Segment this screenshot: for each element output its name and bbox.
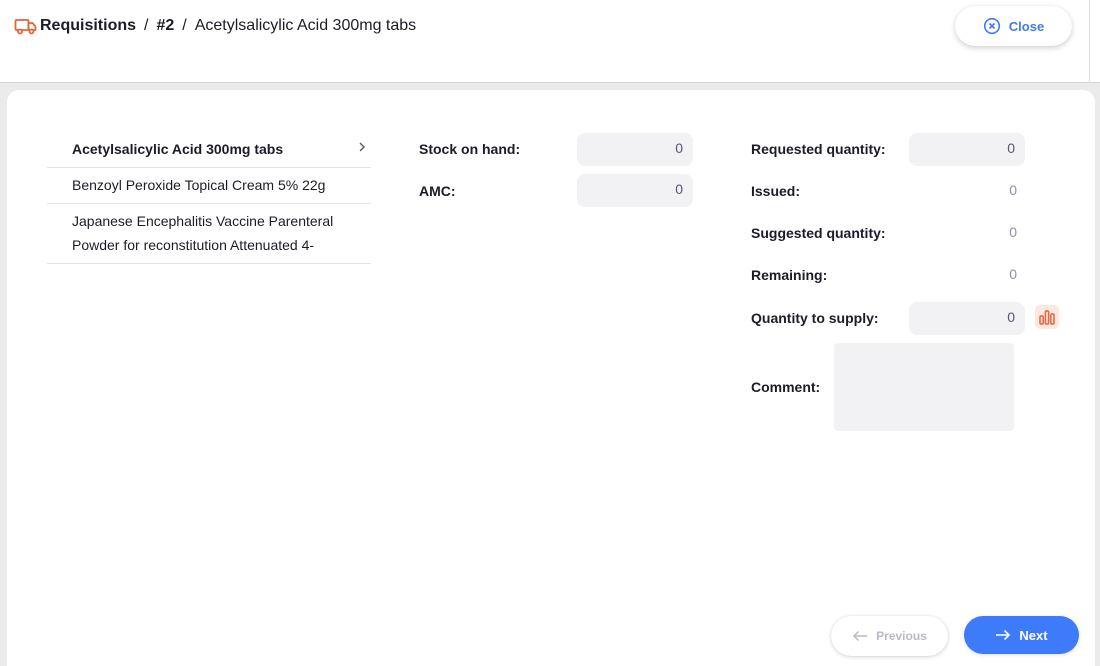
breadcrumb-requisitions-link[interactable]: Requisitions xyxy=(40,17,136,35)
issued-value: 0 xyxy=(1009,182,1017,198)
comment-textarea[interactable] xyxy=(834,343,1014,431)
comment-label: Comment: xyxy=(751,379,821,395)
close-circle-icon xyxy=(983,17,1000,35)
suggested-quantity-value: 0 xyxy=(1009,224,1017,240)
breadcrumb-current-item: Acetylsalicylic Acid 300mg tabs xyxy=(194,17,417,34)
list-item[interactable]: Benzoyl Peroxide Topical Cream 5% 22g xyxy=(47,168,371,204)
list-item-label: Acetylsalicylic Acid 300mg tabs xyxy=(72,141,284,157)
arrow-left-icon xyxy=(853,630,868,642)
bar-chart-icon xyxy=(1039,310,1055,325)
amc-label: AMC: xyxy=(419,183,456,199)
requested-quantity-label: Requested quantity: xyxy=(751,141,886,157)
remaining-label: Remaining: xyxy=(751,267,828,283)
stock-on-hand-label: Stock on hand: xyxy=(419,141,521,157)
item-list: Acetylsalicylic Acid 300mg tabs Benzoyl … xyxy=(47,132,371,264)
stock-chart-button[interactable] xyxy=(1035,305,1059,329)
list-item-selected[interactable]: Acetylsalicylic Acid 300mg tabs xyxy=(47,132,371,168)
truck-icon xyxy=(14,19,37,35)
requested-quantity-input[interactable]: 0 xyxy=(909,133,1025,166)
next-button-label: Next xyxy=(1019,627,1048,643)
stock-on-hand-value: 0 xyxy=(577,133,693,166)
list-item[interactable]: Japanese Encephalitis Vaccine Parenteral… xyxy=(47,204,371,264)
list-item-label: Benzoyl Peroxide Topical Cream 5% 22g xyxy=(72,177,326,193)
previous-button-label: Previous xyxy=(876,629,927,643)
next-button[interactable]: Next xyxy=(964,616,1079,654)
requisition-line-editor: Acetylsalicylic Acid 300mg tabs Benzoyl … xyxy=(7,90,1095,666)
close-button[interactable]: Close xyxy=(955,6,1072,46)
suggested-quantity-label: Suggested quantity: xyxy=(751,225,886,241)
scrollbar-edge xyxy=(1089,0,1090,83)
issued-label: Issued: xyxy=(751,183,801,199)
breadcrumb-separator: / xyxy=(144,17,149,34)
quantity-to-supply-label: Quantity to supply: xyxy=(751,310,879,326)
quantity-to-supply-input[interactable]: 0 xyxy=(909,302,1025,335)
previous-button[interactable]: Previous xyxy=(831,616,948,656)
breadcrumb-separator: / xyxy=(182,17,187,34)
close-button-label: Close xyxy=(1008,18,1045,34)
list-item-label: Japanese Encephalitis Vaccine Parenteral… xyxy=(72,213,334,253)
amc-value: 0 xyxy=(577,174,693,207)
breadcrumb-requisition-number-link[interactable]: #2 xyxy=(156,17,174,35)
remaining-value: 0 xyxy=(1009,266,1017,282)
arrow-right-icon xyxy=(996,629,1011,641)
breadcrumb: Requisitions / #2 / Acetylsalicylic Acid… xyxy=(14,14,416,38)
chevron-right-icon xyxy=(359,142,365,152)
app-header: Requisitions / #2 / Acetylsalicylic Acid… xyxy=(0,0,1100,83)
